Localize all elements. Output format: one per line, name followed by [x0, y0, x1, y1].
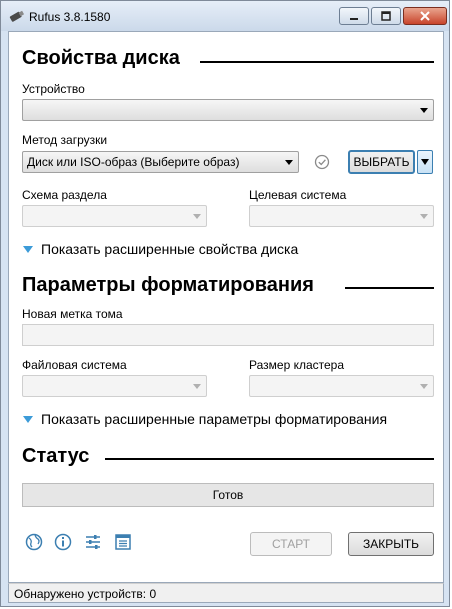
window-title: Rufus 3.8.1580: [29, 10, 111, 24]
filesystem-select[interactable]: [22, 375, 207, 397]
filesystem-label: Файловая система: [22, 358, 127, 372]
chevron-down-icon: [421, 159, 429, 165]
format-options-heading: Параметры форматирования: [22, 274, 314, 296]
progress-bar: Готов: [22, 483, 434, 507]
status-bar: Обнаружено устройств: 0: [8, 583, 444, 603]
chevron-down-icon: [420, 108, 428, 113]
chevron-down-icon: [420, 384, 428, 389]
cluster-size-label: Размер кластера: [249, 358, 345, 372]
cluster-size-select[interactable]: [249, 375, 434, 397]
target-system-select[interactable]: [249, 205, 434, 227]
close-button[interactable]: ЗАКРЫТЬ: [348, 532, 434, 556]
start-button[interactable]: СТАРТ: [250, 532, 332, 556]
maximize-icon: [381, 11, 391, 21]
volume-label-input[interactable]: [22, 324, 434, 346]
device-select[interactable]: [22, 99, 434, 121]
log-icon[interactable]: [113, 532, 133, 552]
volume-label-label: Новая метка тома: [22, 307, 123, 321]
boot-method-label: Метод загрузки: [22, 133, 108, 147]
device-label: Устройство: [22, 82, 85, 96]
globe-icon[interactable]: [24, 532, 44, 552]
section-divider: [105, 458, 434, 460]
app-window: Rufus 3.8.1580 Свойства диска Устройство…: [0, 0, 450, 607]
partition-scheme-label: Схема раздела: [22, 188, 107, 202]
minimize-button[interactable]: [339, 7, 369, 25]
show-advanced-drive-label: Показать расширенные свойства диска: [41, 241, 299, 257]
status-bar-text: Обнаружено устройств: 0: [14, 587, 157, 601]
chevron-down-icon: [420, 214, 428, 219]
show-advanced-drive-toggle[interactable]: Показать расширенные свойства диска: [23, 241, 298, 257]
title-bar[interactable]: Rufus 3.8.1580: [1, 1, 449, 31]
close-window-button[interactable]: [403, 7, 447, 25]
drive-properties-heading: Свойства диска: [22, 47, 180, 69]
select-image-dropdown[interactable]: [417, 150, 433, 174]
show-advanced-format-label: Показать расширенные параметры форматиро…: [41, 411, 388, 427]
boot-method-select[interactable]: Диск или ISO-образ (Выберите образ): [22, 151, 299, 173]
close-icon: [420, 11, 430, 21]
usb-drive-icon: [9, 10, 25, 22]
chevron-down-icon: [193, 384, 201, 389]
chevron-down-icon: [193, 214, 201, 219]
partition-scheme-select[interactable]: [22, 205, 207, 227]
minimize-icon: [350, 18, 358, 20]
section-divider: [200, 61, 434, 63]
expand-chevron-icon: [23, 245, 33, 253]
verify-checksum-icon[interactable]: [314, 154, 330, 170]
maximize-button[interactable]: [371, 7, 401, 25]
info-icon[interactable]: [53, 532, 73, 552]
settings-sliders-icon[interactable]: [83, 532, 103, 552]
section-divider: [345, 287, 434, 289]
select-image-button[interactable]: ВЫБРАТЬ: [348, 150, 415, 174]
main-panel: Свойства диска Устройство Метод загрузки…: [8, 31, 444, 583]
progress-text: Готов: [212, 488, 244, 502]
boot-method-value: Диск или ISO-образ (Выберите образ): [27, 155, 240, 169]
expand-chevron-icon: [23, 415, 33, 423]
show-advanced-format-toggle[interactable]: Показать расширенные параметры форматиро…: [23, 411, 387, 427]
target-system-label: Целевая система: [249, 188, 347, 202]
chevron-down-icon: [285, 160, 293, 165]
status-heading: Статус: [22, 445, 90, 467]
